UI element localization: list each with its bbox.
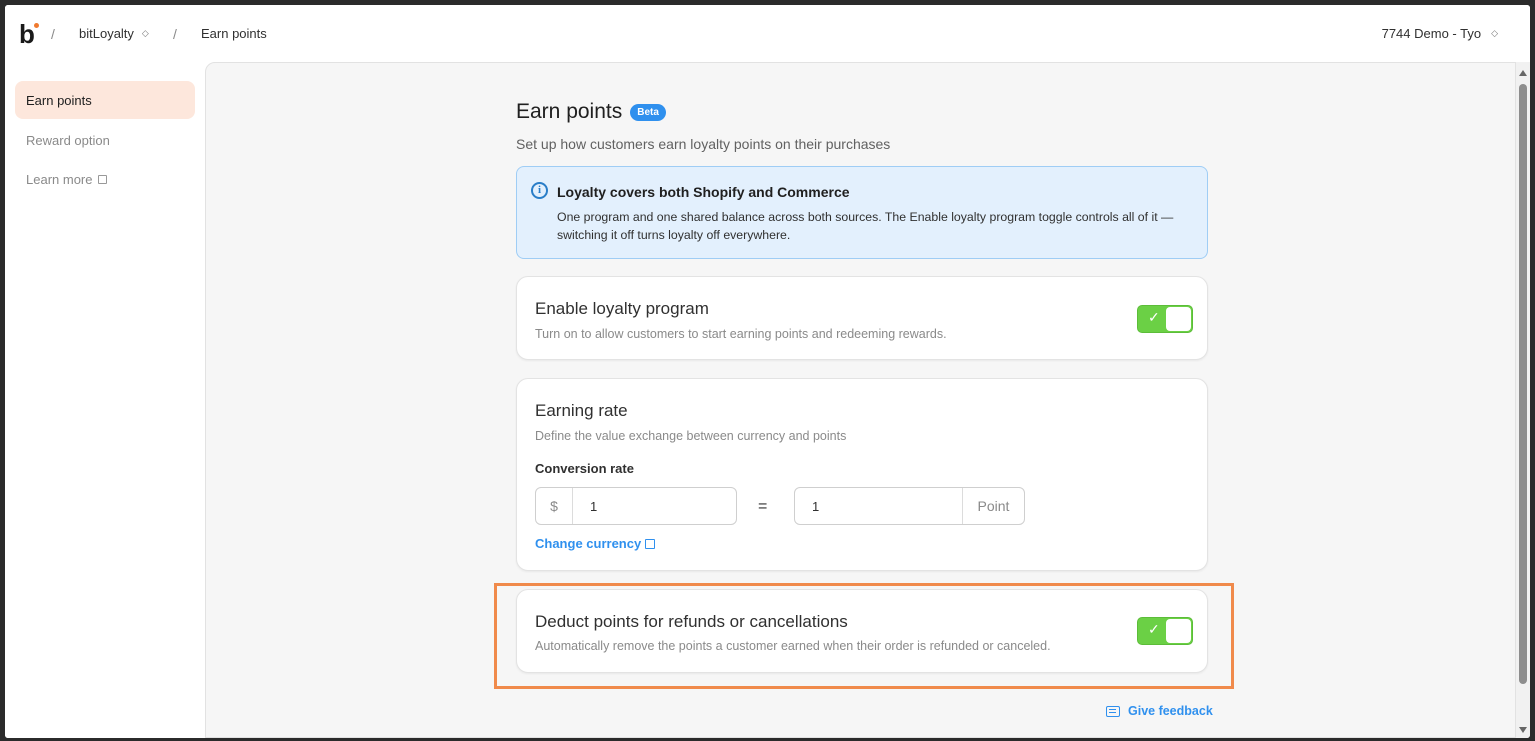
sidebar-item-reward-option[interactable]: Reward option <box>15 121 195 159</box>
currency-amount-field[interactable]: $ 1 <box>535 487 737 525</box>
points-amount-value[interactable]: 1 <box>795 488 962 524</box>
currency-prefix: $ <box>536 488 573 524</box>
info-banner-title: Loyalty covers both Shopify and Commerce <box>557 184 850 200</box>
beta-badge: Beta <box>630 103 666 121</box>
breadcrumb-separator: / <box>173 26 177 42</box>
currency-amount-value[interactable]: 1 <box>573 488 736 524</box>
card-title: Earning rate <box>535 401 628 420</box>
give-feedback-link[interactable]: Give feedback <box>1106 704 1213 718</box>
chevron-updown-icon: ◇ <box>1491 28 1498 38</box>
page-title-text: Earn points <box>516 100 623 123</box>
change-currency-link[interactable]: Change currency <box>535 536 656 551</box>
sidebar-item-label: Earn points <box>26 92 92 108</box>
sidebar-item-label: Learn more <box>26 171 93 187</box>
feedback-icon <box>1106 705 1120 717</box>
main-content: Earn points Beta Set up how customers ea… <box>205 62 1516 738</box>
card-title: Enable loyalty program <box>535 299 709 318</box>
earning-rate-card: Earning rate Define the value exchange b… <box>516 378 1208 571</box>
enable-loyalty-toggle[interactable]: ✓ <box>1137 305 1193 333</box>
info-banner: i Loyalty covers both Shopify and Commer… <box>516 166 1208 259</box>
app-window: b / bitLoyalty ◇ / Earn points 7744 Demo… <box>5 5 1530 738</box>
store-selector[interactable]: 7744 Demo - Tyo ◇ <box>1382 26 1498 41</box>
external-link-icon <box>645 538 656 549</box>
points-amount-field[interactable]: 1 Point <box>794 487 1025 525</box>
external-link-icon <box>98 174 108 184</box>
change-currency-label: Change currency <box>535 536 642 551</box>
check-icon: ✓ <box>1148 309 1160 325</box>
breadcrumb-app-name: bitLoyalty <box>79 26 134 41</box>
scroll-up-arrow-icon[interactable] <box>1519 70 1527 76</box>
points-suffix: Point <box>962 488 1024 524</box>
chevron-updown-icon: ◇ <box>141 28 149 38</box>
scrollbar-thumb[interactable] <box>1519 84 1527 684</box>
sidebar-item-learn-more[interactable]: Learn more <box>15 160 195 198</box>
info-banner-body: One program and one shared balance acros… <box>557 210 1174 242</box>
breadcrumb-current-page: Earn points <box>201 26 267 41</box>
sidebar-item-label: Reward option <box>26 132 110 148</box>
equals-sign: = <box>758 498 768 515</box>
vertical-scrollbar[interactable] <box>1516 62 1530 738</box>
breadcrumb-separator: / <box>51 26 55 42</box>
top-bar: b / bitLoyalty ◇ / Earn points 7744 Demo… <box>5 5 1530 62</box>
sidebar: Earn points Reward option Learn more <box>5 62 205 738</box>
give-feedback-label: Give feedback <box>1128 704 1213 718</box>
breadcrumb-app-selector[interactable]: bitLoyalty ◇ <box>79 26 149 41</box>
logo-accent-dot <box>34 23 39 28</box>
toggle-knob <box>1166 307 1191 331</box>
highlight-box <box>494 583 1234 689</box>
bitloyalty-logo[interactable]: b <box>19 21 35 47</box>
page-title: Earn points Beta <box>516 100 666 124</box>
conversion-rate-label: Conversion rate <box>535 461 634 476</box>
breadcrumb-current-label: Earn points <box>201 26 267 41</box>
scroll-down-arrow-icon[interactable] <box>1519 727 1527 733</box>
info-icon: i <box>531 182 548 199</box>
enable-loyalty-card: Enable loyalty program Turn on to allow … <box>516 276 1208 360</box>
card-description: Turn on to allow customers to start earn… <box>535 327 947 341</box>
sidebar-item-earn-points[interactable]: Earn points <box>15 81 195 119</box>
card-description: Define the value exchange between curren… <box>535 429 847 443</box>
store-name: 7744 Demo - Tyo <box>1381 26 1482 41</box>
page-subtitle: Set up how customers earn loyalty points… <box>516 136 891 152</box>
